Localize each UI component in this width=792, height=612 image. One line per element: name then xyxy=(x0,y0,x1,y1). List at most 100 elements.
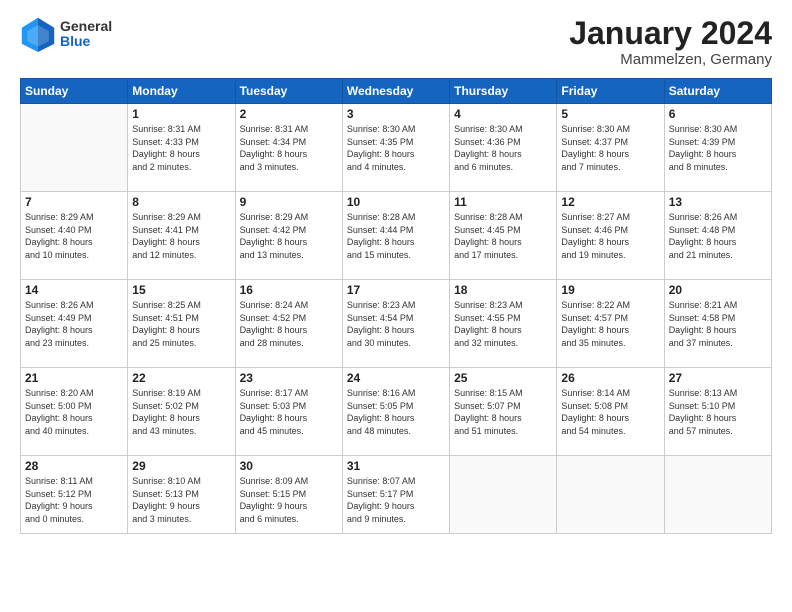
calendar-cell: 24Sunrise: 8:16 AM Sunset: 5:05 PM Dayli… xyxy=(342,368,449,456)
calendar-cell: 31Sunrise: 8:07 AM Sunset: 5:17 PM Dayli… xyxy=(342,456,449,534)
day-info: Sunrise: 8:21 AM Sunset: 4:58 PM Dayligh… xyxy=(669,299,767,349)
calendar-cell: 18 Sunrise: 8:23 AM Sunset: 4:55 PM Dayli… xyxy=(450,280,557,368)
day-info: Sunrise: 8:23 AM Sunset: 4:55 PM Dayligh… xyxy=(454,299,552,349)
day-info: Sunrise: 8:27 AM Sunset: 4:46 PM Dayligh… xyxy=(561,211,659,261)
page: General Blue January 2024 Mammelzen, Ger… xyxy=(0,0,792,612)
day-info: Sunrise: 8:23 AM Sunset: 4:54 PM Dayligh… xyxy=(347,299,445,349)
day-number: 28 xyxy=(25,459,123,473)
day-number: 15 xyxy=(132,283,230,297)
day-number: 5 xyxy=(561,107,659,121)
calendar-cell: 7 Sunrise: 8:29 AM Sunset: 4:40 PM Daylig… xyxy=(21,192,128,280)
day-info: Sunrise: 8:20 AM Sunset: 5:00 PM Dayligh… xyxy=(25,387,123,437)
day-number: 29 xyxy=(132,459,230,473)
day-number: 12 xyxy=(561,195,659,209)
day-info: Sunrise: 8:31 AM Sunset: 4:34 PM Dayligh… xyxy=(240,123,338,173)
day-info: Sunrise: 8:29 AM Sunset: 4:42 PM Dayligh… xyxy=(240,211,338,261)
col-thursday: Thursday xyxy=(450,79,557,104)
day-number: 17 xyxy=(347,283,445,297)
calendar-cell: 16Sunrise: 8:24 AM Sunset: 4:52 PM Dayli… xyxy=(235,280,342,368)
logo-general: General xyxy=(60,19,112,34)
day-number: 8 xyxy=(132,195,230,209)
col-friday: Friday xyxy=(557,79,664,104)
calendar-cell: 3Sunrise: 8:30 AM Sunset: 4:35 PM Daylig… xyxy=(342,104,449,192)
col-wednesday: Wednesday xyxy=(342,79,449,104)
calendar-cell: 8 Sunrise: 8:29 AM Sunset: 4:41 PM Daylig… xyxy=(128,192,235,280)
calendar-cell: 13 Sunrise: 8:26 AM Sunset: 4:48 PM Dayli… xyxy=(664,192,771,280)
calendar-week-2: 7 Sunrise: 8:29 AM Sunset: 4:40 PM Daylig… xyxy=(21,192,772,280)
day-number: 26 xyxy=(561,371,659,385)
day-number: 10 xyxy=(347,195,445,209)
day-info: Sunrise: 8:19 AM Sunset: 5:02 PM Dayligh… xyxy=(132,387,230,437)
calendar-cell: 20 Sunrise: 8:21 AM Sunset: 4:58 PM Dayli… xyxy=(664,280,771,368)
calendar-cell: 10 Sunrise: 8:28 AM Sunset: 4:44 PM Dayli… xyxy=(342,192,449,280)
calendar-cell: 28 Sunrise: 8:11 AM Sunset: 5:12 PM Dayli… xyxy=(21,456,128,534)
day-number: 9 xyxy=(240,195,338,209)
day-info: Sunrise: 8:10 AM Sunset: 5:13 PM Dayligh… xyxy=(132,475,230,525)
calendar-week-4: 21 Sunrise: 8:20 AM Sunset: 5:00 PM Dayli… xyxy=(21,368,772,456)
day-number: 14 xyxy=(25,283,123,297)
day-number: 1 xyxy=(132,107,230,121)
day-number: 21 xyxy=(25,371,123,385)
calendar-table: Sunday Monday Tuesday Wednesday Thursday… xyxy=(20,78,772,534)
header-row: Sunday Monday Tuesday Wednesday Thursday… xyxy=(21,79,772,104)
logo: General Blue xyxy=(20,16,112,52)
calendar-cell: 14Sunrise: 8:26 AM Sunset: 4:49 PM Dayli… xyxy=(21,280,128,368)
day-info: Sunrise: 8:28 AM Sunset: 4:44 PM Dayligh… xyxy=(347,211,445,261)
calendar-cell: 19 Sunrise: 8:22 AM Sunset: 4:57 PM Dayli… xyxy=(557,280,664,368)
calendar-cell: 29 Sunrise: 8:10 AM Sunset: 5:13 PM Dayli… xyxy=(128,456,235,534)
calendar-cell: 12 Sunrise: 8:27 AM Sunset: 4:46 PM Dayli… xyxy=(557,192,664,280)
header: General Blue January 2024 Mammelzen, Ger… xyxy=(20,16,772,68)
title-block: January 2024 Mammelzen, Germany xyxy=(569,16,772,68)
day-info: Sunrise: 8:17 AM Sunset: 5:03 PM Dayligh… xyxy=(240,387,338,437)
calendar-cell: 4 Sunrise: 8:30 AM Sunset: 4:36 PM Daylig… xyxy=(450,104,557,192)
day-info: Sunrise: 8:26 AM Sunset: 4:48 PM Dayligh… xyxy=(669,211,767,261)
calendar-week-5: 28 Sunrise: 8:11 AM Sunset: 5:12 PM Dayli… xyxy=(21,456,772,534)
calendar-cell: 26Sunrise: 8:14 AM Sunset: 5:08 PM Dayli… xyxy=(557,368,664,456)
calendar-cell xyxy=(557,456,664,534)
col-monday: Monday xyxy=(128,79,235,104)
location: Mammelzen, Germany xyxy=(569,51,772,68)
calendar-cell: 1 Sunrise: 8:31 AM Sunset: 4:33 PM Daylig… xyxy=(128,104,235,192)
day-info: Sunrise: 8:28 AM Sunset: 4:45 PM Dayligh… xyxy=(454,211,552,261)
day-number: 25 xyxy=(454,371,552,385)
col-tuesday: Tuesday xyxy=(235,79,342,104)
calendar-cell xyxy=(450,456,557,534)
day-number: 19 xyxy=(561,283,659,297)
day-number: 7 xyxy=(25,195,123,209)
day-number: 3 xyxy=(347,107,445,121)
day-number: 24 xyxy=(347,371,445,385)
day-number: 23 xyxy=(240,371,338,385)
day-number: 18 xyxy=(454,283,552,297)
day-number: 22 xyxy=(132,371,230,385)
calendar-cell: 21 Sunrise: 8:20 AM Sunset: 5:00 PM Dayli… xyxy=(21,368,128,456)
col-sunday: Sunday xyxy=(21,79,128,104)
day-number: 30 xyxy=(240,459,338,473)
calendar-cell xyxy=(664,456,771,534)
calendar-cell: 23 Sunrise: 8:17 AM Sunset: 5:03 PM Dayli… xyxy=(235,368,342,456)
day-number: 13 xyxy=(669,195,767,209)
calendar-cell xyxy=(21,104,128,192)
day-info: Sunrise: 8:07 AM Sunset: 5:17 PM Dayligh… xyxy=(347,475,445,525)
day-info: Sunrise: 8:30 AM Sunset: 4:36 PM Dayligh… xyxy=(454,123,552,173)
day-info: Sunrise: 8:22 AM Sunset: 4:57 PM Dayligh… xyxy=(561,299,659,349)
day-info: Sunrise: 8:31 AM Sunset: 4:33 PM Dayligh… xyxy=(132,123,230,173)
day-info: Sunrise: 8:25 AM Sunset: 4:51 PM Dayligh… xyxy=(132,299,230,349)
day-info: Sunrise: 8:11 AM Sunset: 5:12 PM Dayligh… xyxy=(25,475,123,525)
day-info: Sunrise: 8:09 AM Sunset: 5:15 PM Dayligh… xyxy=(240,475,338,525)
calendar-cell: 27Sunrise: 8:13 AM Sunset: 5:10 PM Dayli… xyxy=(664,368,771,456)
calendar-cell: 30 Sunrise: 8:09 AM Sunset: 5:15 PM Dayli… xyxy=(235,456,342,534)
day-number: 27 xyxy=(669,371,767,385)
day-number: 16 xyxy=(240,283,338,297)
day-info: Sunrise: 8:30 AM Sunset: 4:37 PM Dayligh… xyxy=(561,123,659,173)
logo-text: General Blue xyxy=(60,19,112,50)
logo-blue: Blue xyxy=(60,34,112,49)
day-info: Sunrise: 8:15 AM Sunset: 5:07 PM Dayligh… xyxy=(454,387,552,437)
calendar-cell: 9 Sunrise: 8:29 AM Sunset: 4:42 PM Daylig… xyxy=(235,192,342,280)
calendar-week-1: 1 Sunrise: 8:31 AM Sunset: 4:33 PM Daylig… xyxy=(21,104,772,192)
calendar-week-3: 14Sunrise: 8:26 AM Sunset: 4:49 PM Dayli… xyxy=(21,280,772,368)
day-number: 4 xyxy=(454,107,552,121)
day-number: 20 xyxy=(669,283,767,297)
day-info: Sunrise: 8:30 AM Sunset: 4:39 PM Dayligh… xyxy=(669,123,767,173)
day-info: Sunrise: 8:29 AM Sunset: 4:41 PM Dayligh… xyxy=(132,211,230,261)
day-info: Sunrise: 8:29 AM Sunset: 4:40 PM Dayligh… xyxy=(25,211,123,261)
